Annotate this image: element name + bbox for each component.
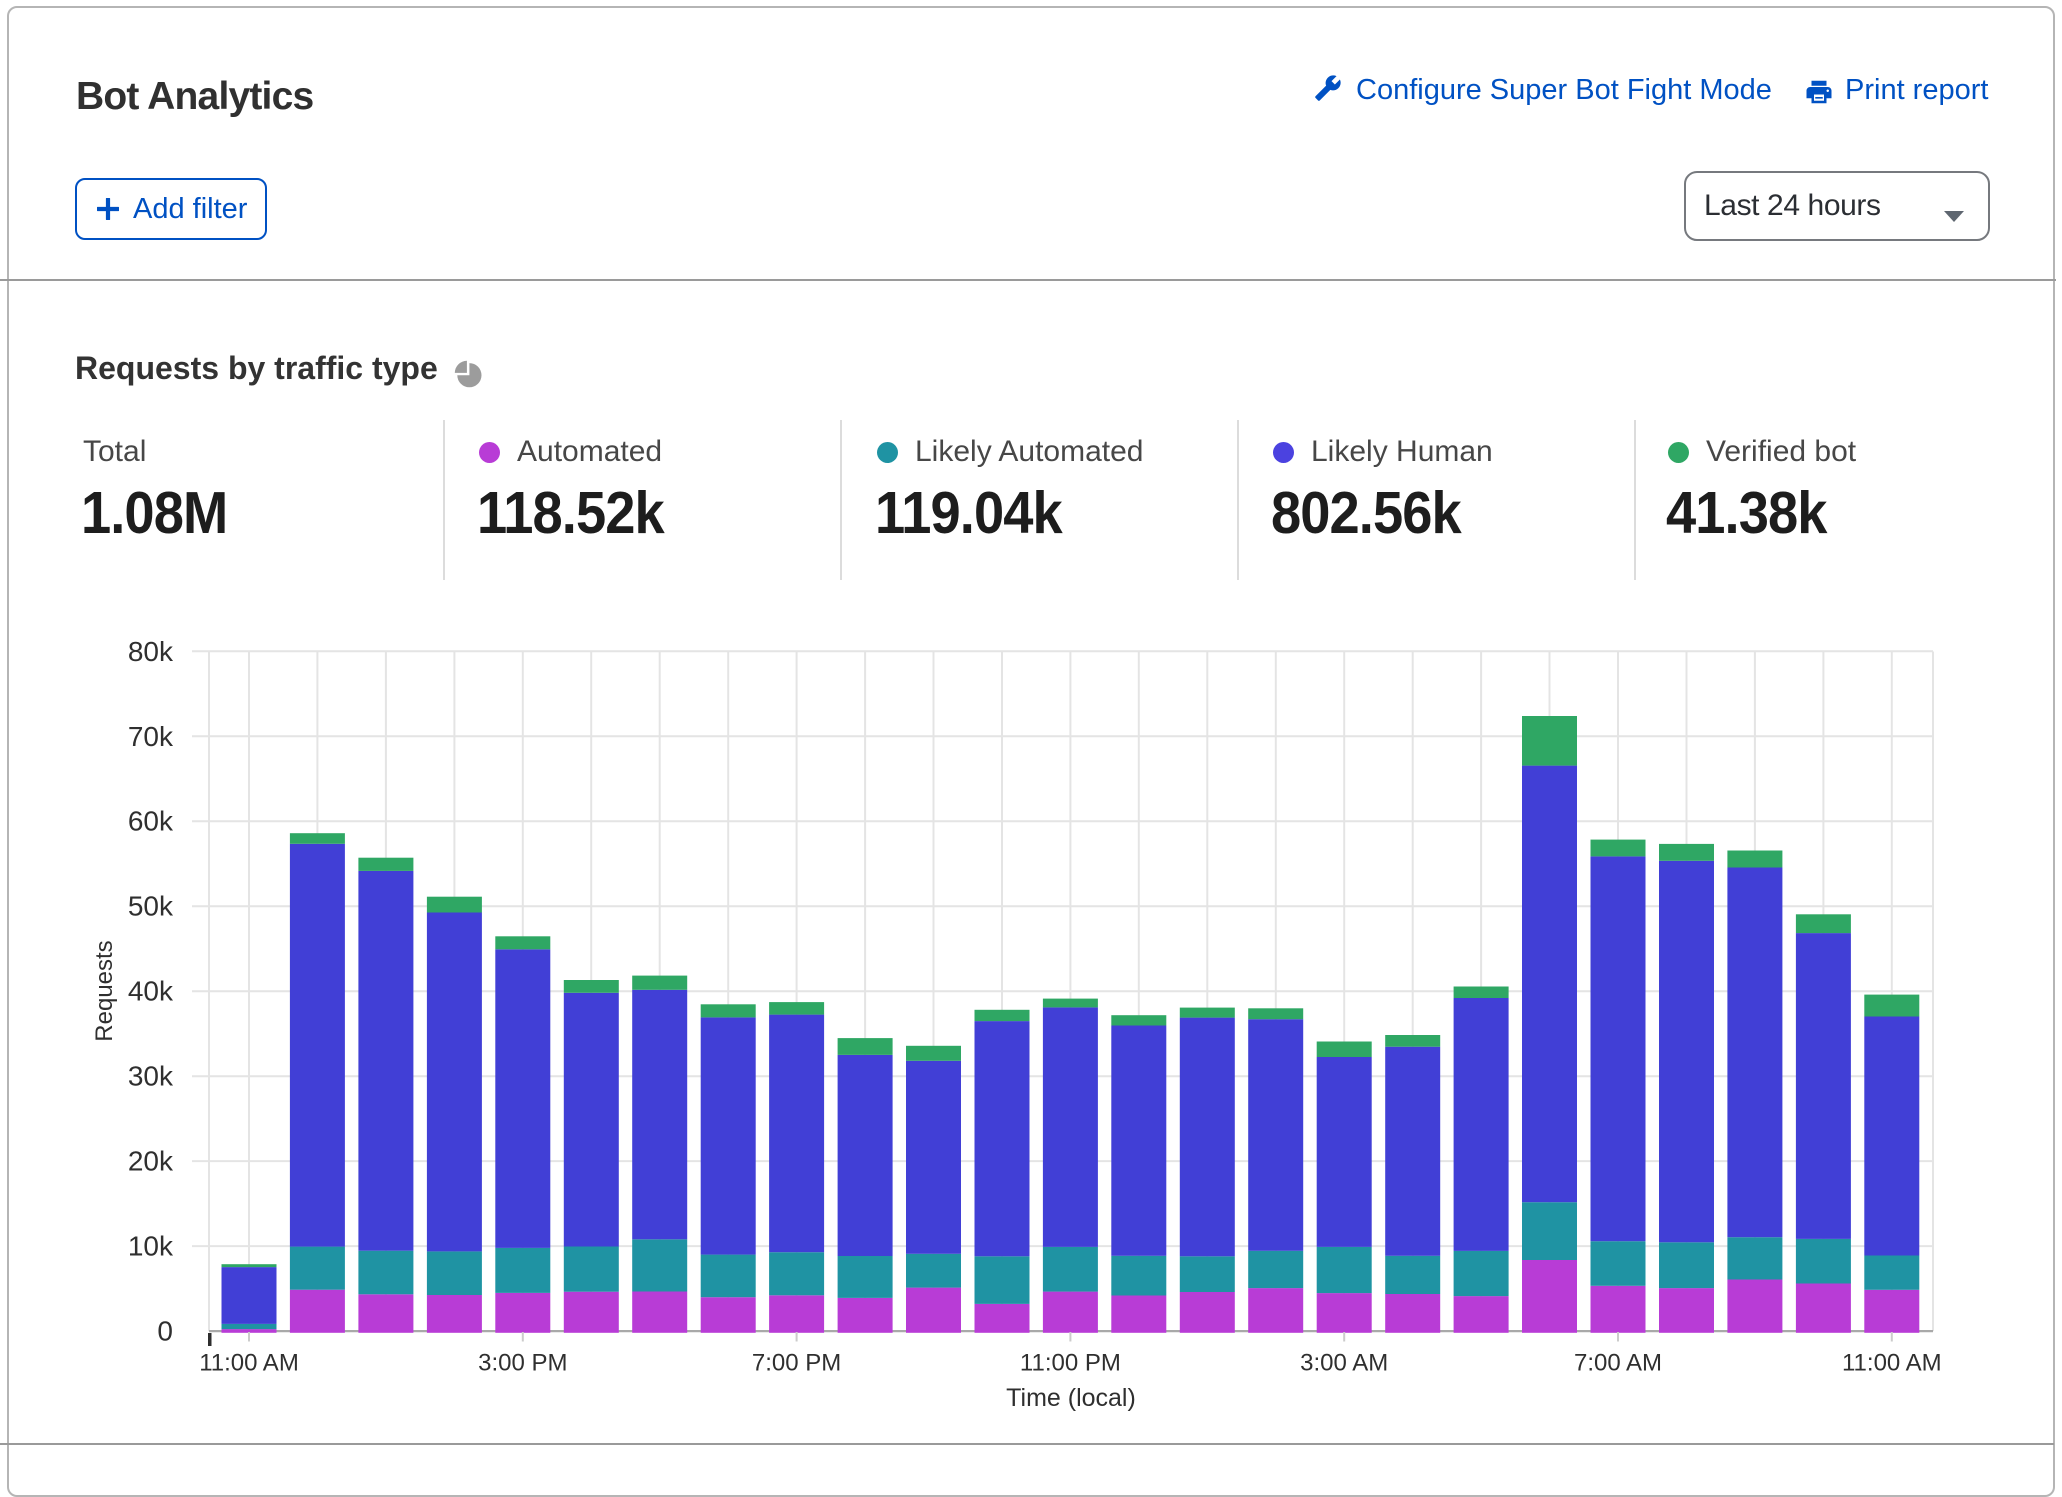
- svg-text:7:00 PM: 7:00 PM: [752, 1350, 841, 1377]
- svg-text:60k: 60k: [128, 806, 174, 837]
- svg-text:30k: 30k: [128, 1061, 174, 1092]
- svg-text:11:00 PM: 11:00 PM: [1020, 1350, 1121, 1377]
- svg-text:20k: 20k: [128, 1146, 174, 1177]
- svg-text:0: 0: [157, 1316, 173, 1347]
- svg-text:10k: 10k: [128, 1231, 174, 1262]
- svg-text:40k: 40k: [128, 976, 174, 1007]
- svg-text:Time (local): Time (local): [1006, 1384, 1136, 1412]
- svg-text:50k: 50k: [128, 891, 174, 922]
- svg-text:3:00 PM: 3:00 PM: [478, 1350, 567, 1377]
- svg-text:Requests: Requests: [91, 940, 118, 1041]
- svg-text:80k: 80k: [128, 636, 174, 667]
- svg-text:3:00 AM: 3:00 AM: [1300, 1350, 1388, 1377]
- svg-text:11:00 AM: 11:00 AM: [199, 1350, 299, 1377]
- svg-text:7:00 AM: 7:00 AM: [1574, 1350, 1662, 1377]
- svg-text:70k: 70k: [128, 721, 174, 752]
- svg-text:11:00 AM: 11:00 AM: [1842, 1350, 1942, 1377]
